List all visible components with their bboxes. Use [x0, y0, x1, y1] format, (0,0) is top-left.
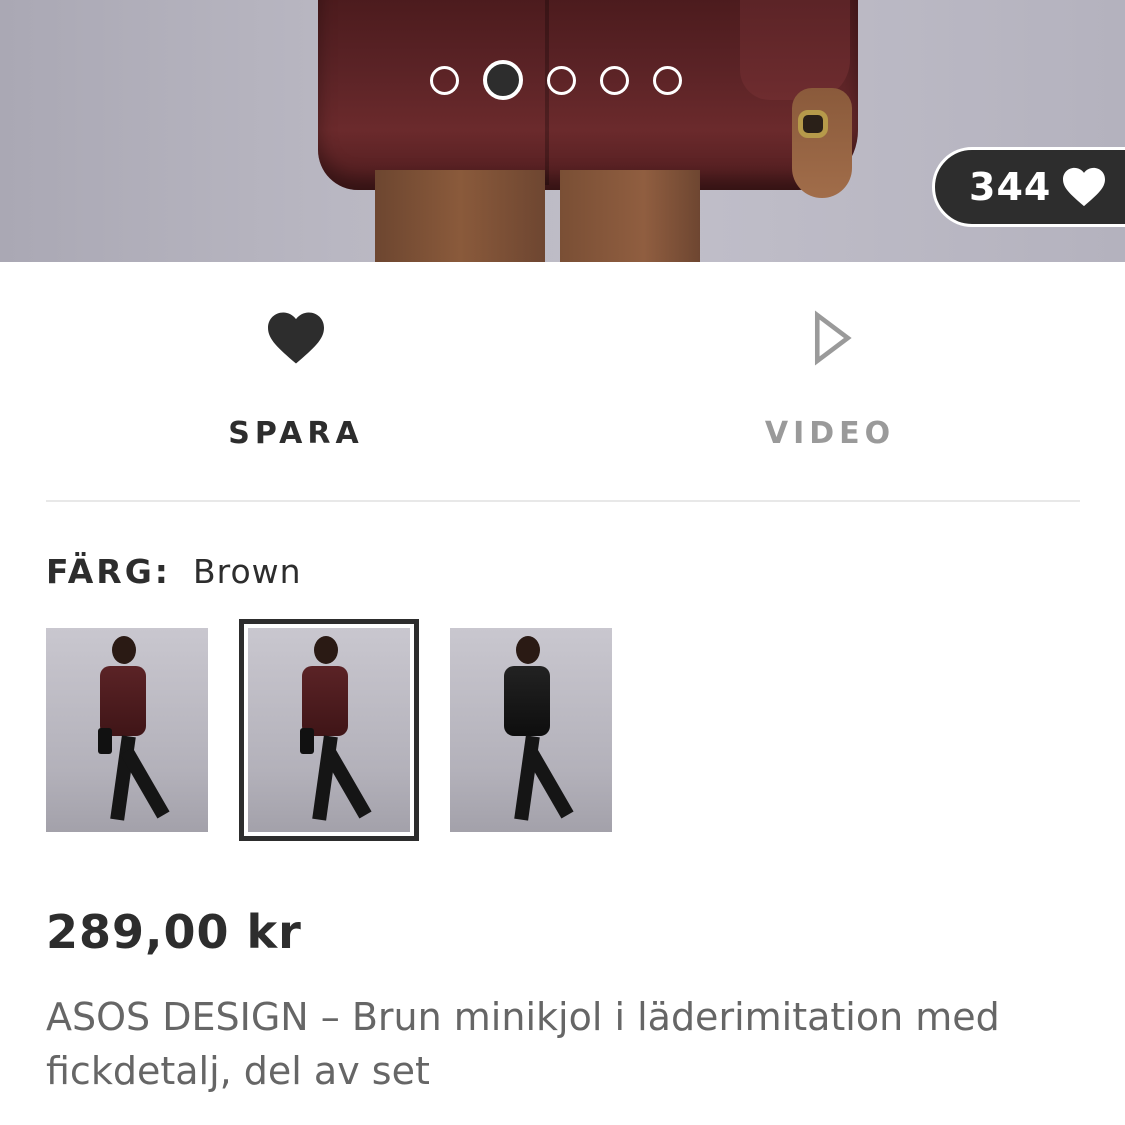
likes-count: 344	[969, 165, 1052, 209]
carousel-dot[interactable]	[600, 65, 629, 95]
product-photo-leg	[560, 170, 700, 262]
product-image-carousel[interactable]: 344	[0, 0, 1125, 262]
heart-icon	[268, 312, 324, 364]
product-photo-ring	[798, 110, 828, 138]
colour-label: FÄRG:	[46, 552, 171, 591]
carousel-dot-active[interactable]	[483, 60, 523, 100]
swatch-model-outfit	[100, 666, 146, 736]
save-label: SPARA	[228, 416, 364, 451]
product-price: 289,00 kr	[46, 905, 302, 959]
video-button[interactable]: VIDEO	[680, 310, 980, 460]
product-photo-hand	[792, 88, 852, 198]
divider	[46, 500, 1080, 502]
carousel-dot[interactable]	[653, 65, 682, 95]
heart-icon	[1063, 167, 1106, 207]
product-photo-leg	[375, 170, 545, 262]
colour-value: Brown	[193, 552, 302, 591]
carousel-dot[interactable]	[547, 65, 576, 95]
save-button[interactable]: SPARA	[146, 310, 446, 460]
carousel-pagination	[430, 60, 682, 100]
carousel-dot[interactable]	[430, 65, 459, 95]
video-label: VIDEO	[764, 416, 896, 451]
likes-badge[interactable]: 344	[932, 147, 1125, 227]
swatch-model-head	[516, 636, 540, 664]
colour-swatch-black[interactable]	[450, 628, 612, 832]
product-photo-sleeve	[740, 0, 850, 100]
swatch-model-bag	[300, 728, 314, 754]
swatch-model-outfit	[302, 666, 348, 736]
colour-selector-heading: FÄRG: Brown	[46, 552, 302, 591]
swatch-model-outfit	[504, 666, 550, 736]
colour-swatch-brown-selected[interactable]	[248, 628, 410, 832]
swatch-model-head	[314, 636, 338, 664]
product-title: ASOS DESIGN – Brun minikjol i läderimita…	[46, 995, 1000, 1093]
swatch-model-bag	[98, 728, 112, 754]
play-icon	[814, 310, 852, 366]
swatch-model-head	[112, 636, 136, 664]
colour-swatch-brown[interactable]	[46, 628, 208, 832]
